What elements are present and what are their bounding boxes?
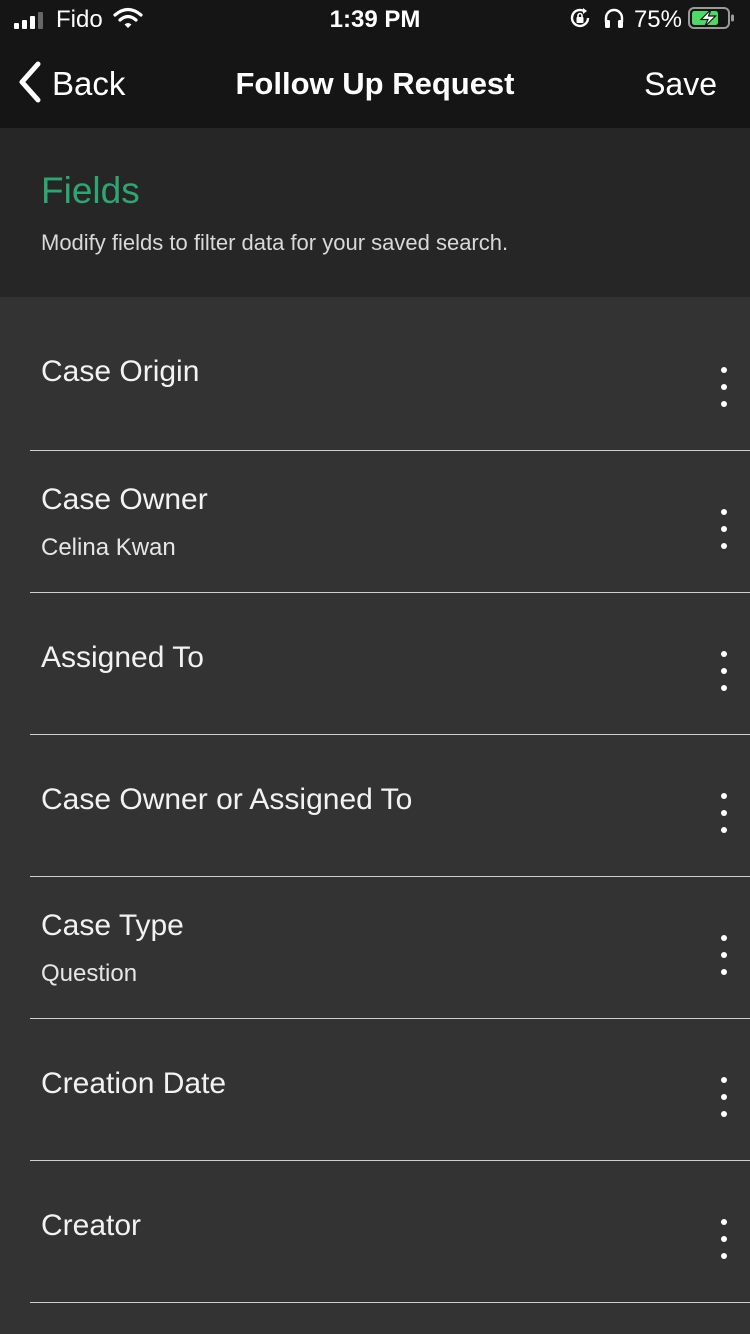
save-button[interactable]: Save	[644, 40, 717, 128]
back-button[interactable]: Back	[16, 40, 125, 128]
more-options-icon[interactable]	[712, 935, 736, 975]
navigation-bar: Back Follow Up Request Save	[0, 40, 750, 128]
back-button-label: Back	[52, 65, 126, 102]
field-label: Case Type	[41, 909, 184, 942]
field-label: Case Owner or Assigned To	[41, 783, 413, 816]
fields-title: Fields	[41, 170, 140, 211]
divider	[30, 1302, 750, 1303]
battery-percent: 75%	[633, 6, 682, 33]
chevron-left-icon	[16, 60, 44, 109]
field-row-creation-date[interactable]: Creation Date	[0, 1019, 750, 1161]
fields-subtitle: Modify fields to filter data for your sa…	[41, 230, 509, 255]
more-options-icon[interactable]	[712, 1219, 736, 1259]
more-options-icon[interactable]	[712, 509, 736, 549]
field-row-case-type[interactable]: Case Type Question	[0, 877, 750, 1019]
field-row-creator[interactable]: Creator	[0, 1161, 750, 1303]
status-right: 75%	[568, 6, 736, 34]
field-list: Case Origin Case Owner Celina Kwan Assig…	[0, 297, 750, 1303]
headphones-icon	[602, 6, 626, 35]
battery-charging-icon	[688, 6, 736, 35]
field-row-case-owner-or-assigned-to[interactable]: Case Owner or Assigned To	[0, 735, 750, 877]
field-label: Case Owner	[41, 483, 208, 516]
field-label: Creator	[41, 1209, 142, 1242]
more-options-icon[interactable]	[712, 367, 736, 407]
more-options-icon[interactable]	[712, 793, 736, 833]
field-row-case-origin[interactable]: Case Origin	[0, 297, 750, 451]
field-row-assigned-to[interactable]: Assigned To	[0, 593, 750, 735]
field-label: Creation Date	[41, 1067, 227, 1100]
field-value: Celina Kwan	[41, 534, 176, 561]
orientation-lock-icon	[568, 6, 592, 35]
field-row-case-owner[interactable]: Case Owner Celina Kwan	[0, 451, 750, 593]
status-bar: Fido 1:39 PM 75%	[0, 0, 750, 40]
more-options-icon[interactable]	[712, 1077, 736, 1117]
field-label: Case Origin	[41, 355, 200, 388]
field-value: Question	[41, 960, 138, 987]
more-options-icon[interactable]	[712, 651, 736, 691]
field-label: Assigned To	[41, 641, 204, 674]
fields-section-header: Fields Modify fields to filter data for …	[0, 128, 750, 297]
